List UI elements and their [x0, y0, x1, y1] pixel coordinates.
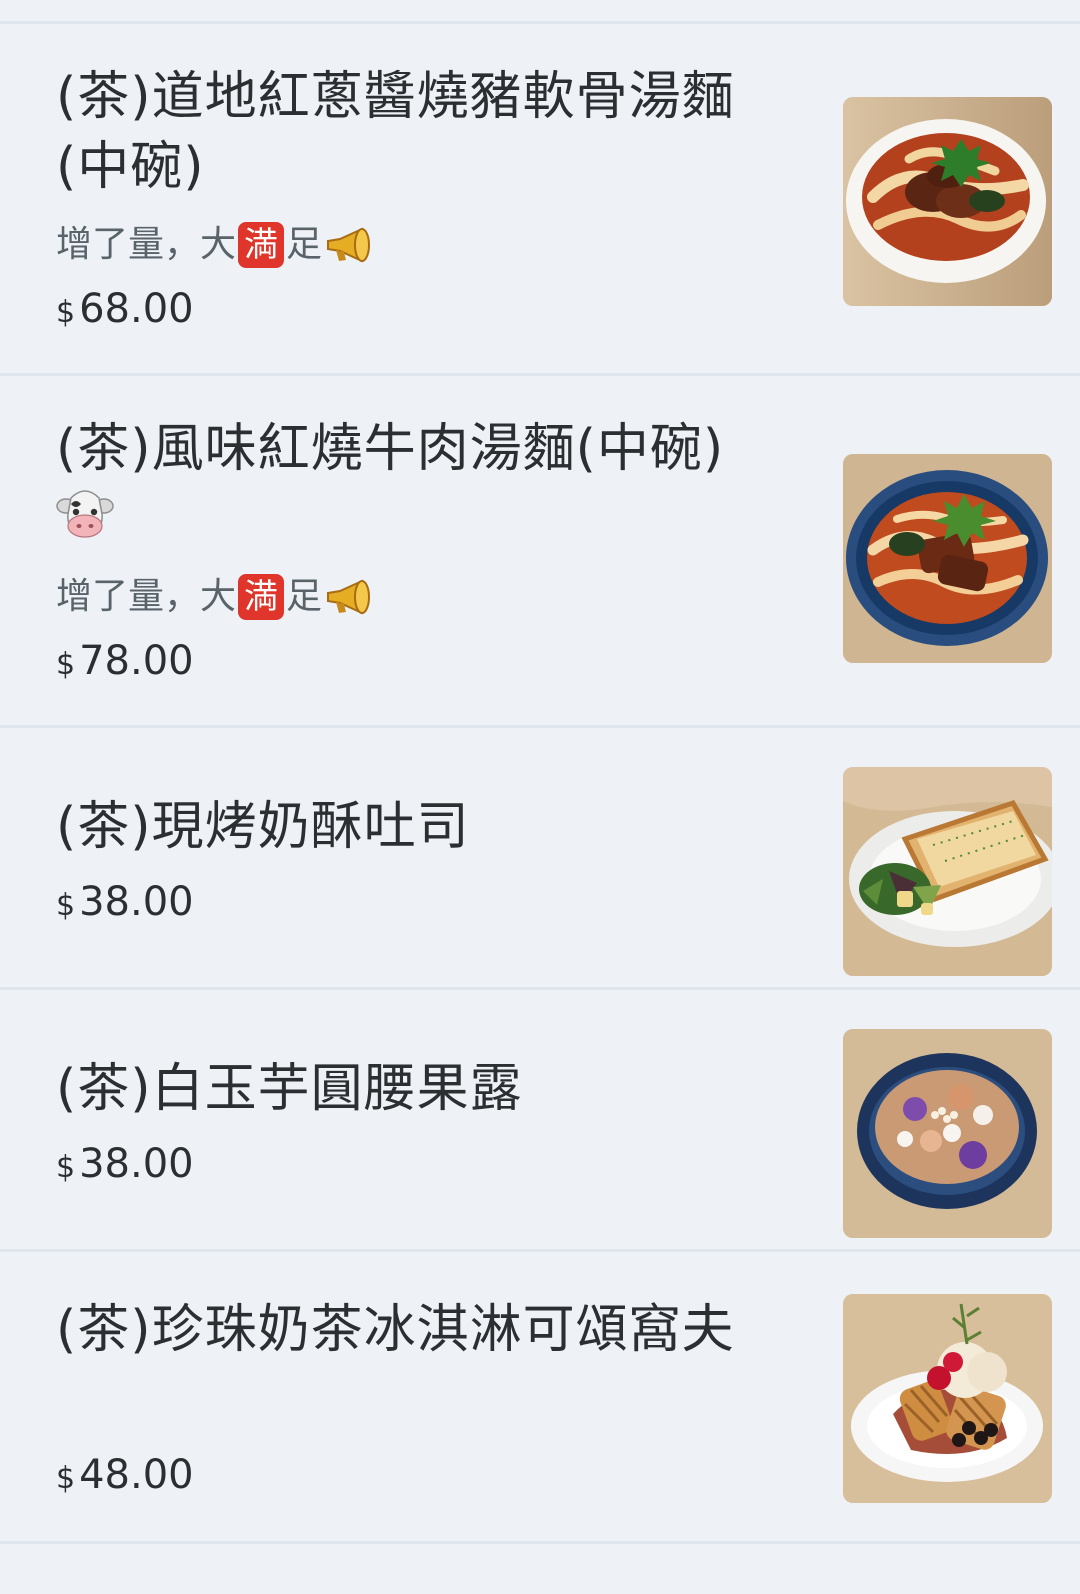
currency-symbol: $	[56, 888, 76, 923]
item-price: $38.00	[56, 1140, 194, 1192]
note-text-suffix: 足	[286, 576, 323, 617]
item-price: $48.00	[56, 1451, 194, 1503]
currency-symbol: $	[56, 647, 76, 682]
item-title: (茶)白玉芋圓腰果露	[56, 1059, 523, 1119]
menu-item-3[interactable]: (茶)現烤奶酥吐司 $38.00	[0, 726, 1080, 988]
title-emoji-container	[56, 488, 136, 548]
item-note: 增了量，大 満 足	[56, 221, 376, 269]
full-badge-icon: 満	[238, 574, 285, 620]
item-title: (茶)道地紅蔥醬燒豬軟骨湯麵(中碗)	[56, 67, 735, 197]
item-title: (茶)風味紅燒牛肉湯麵(中碗)	[56, 419, 725, 479]
price-value: 48.00	[79, 1452, 194, 1498]
taro-ball-dessert-image[interactable]	[843, 1029, 1052, 1238]
menu-item-list: (茶)道地紅蔥醬燒豬軟骨湯麵(中碗) 增了量，大 満 足 $68.00 (茶)風…	[0, 0, 1080, 1594]
note-text-prefix: 增了量，大	[56, 576, 237, 617]
item-title: (茶)現烤奶酥吐司	[56, 797, 470, 857]
currency-symbol: $	[56, 1150, 76, 1185]
full-badge-icon: 満	[238, 222, 285, 268]
pork-noodle-bowl-image[interactable]	[843, 97, 1052, 306]
currency-symbol: $	[56, 1461, 76, 1496]
waffle-ice-cream-image[interactable]	[843, 1294, 1052, 1503]
item-note: 增了量，大 満 足	[56, 573, 376, 621]
divider	[0, 1541, 1080, 1544]
megaphone-icon	[327, 579, 371, 615]
cow-face-icon	[56, 490, 114, 538]
megaphone-icon	[327, 227, 371, 263]
item-price: $78.00	[56, 637, 194, 689]
menu-item-4[interactable]: (茶)白玉芋圓腰果露 $38.00	[0, 988, 1080, 1250]
item-price: $38.00	[56, 878, 194, 930]
beef-noodle-bowl-image[interactable]	[843, 454, 1052, 663]
price-value: 38.00	[79, 1141, 194, 1187]
item-price: $68.00	[56, 285, 194, 337]
menu-item-1[interactable]: (茶)道地紅蔥醬燒豬軟骨湯麵(中碗) 增了量，大 満 足 $68.00	[0, 0, 1080, 374]
price-value: 78.00	[79, 638, 194, 684]
menu-item-2[interactable]: (茶)風味紅燒牛肉湯麵(中碗) 增了量，大 満 足 $ 78.00	[0, 374, 1080, 726]
currency-symbol: $	[56, 295, 76, 330]
price-value: 68.00	[79, 286, 194, 332]
menu-item-5[interactable]: (茶)珍珠奶茶冰淇淋可頌窩夫 $48.00	[0, 1250, 1080, 1544]
note-text-prefix: 增了量，大	[56, 224, 237, 265]
price-value: 38.00	[79, 879, 194, 925]
toast-salad-image[interactable]	[843, 767, 1052, 976]
note-text-suffix: 足	[286, 224, 323, 265]
item-title: (茶)珍珠奶茶冰淇淋可頌窩夫	[56, 1300, 735, 1360]
